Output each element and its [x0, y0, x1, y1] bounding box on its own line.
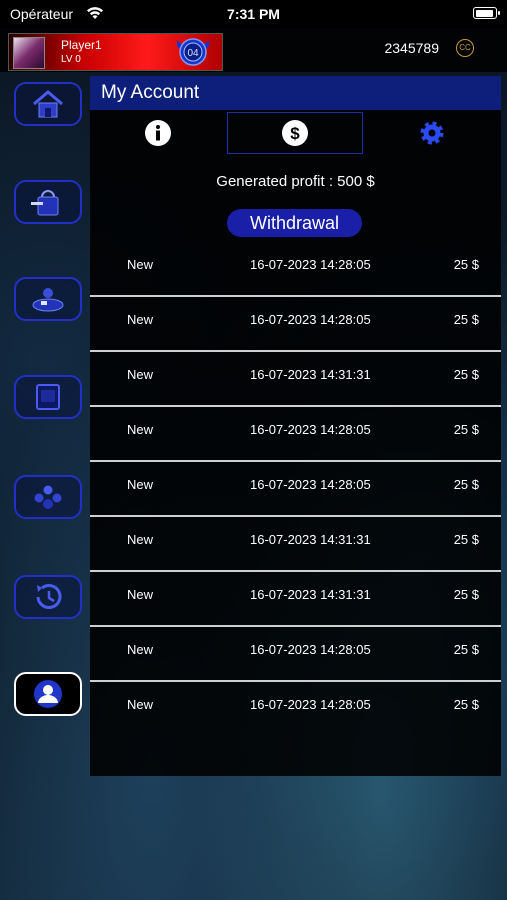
transaction-amount: 25 $: [453, 477, 479, 492]
transaction-date: 16-07-2023 14:28:05: [250, 312, 371, 327]
dollar-icon: $: [282, 120, 308, 146]
transaction-amount: 25 $: [453, 422, 479, 437]
player-name: Player1: [61, 38, 102, 52]
transaction-status: New: [127, 532, 154, 547]
svg-text:$: $: [290, 124, 300, 143]
sidebar-item-account[interactable]: [14, 672, 82, 716]
transaction-row: New 16-07-2023 14:28:05 25 $: [90, 627, 501, 682]
transaction-row: New 16-07-2023 14:31:31 25 $: [90, 517, 501, 572]
transaction-status: New: [127, 587, 154, 602]
transaction-row: New 16-07-2023 14:28:05 25 $: [90, 462, 501, 517]
transaction-amount: 25 $: [453, 532, 479, 547]
transaction-date: 16-07-2023 14:28:05: [250, 477, 371, 492]
transaction-date: 16-07-2023 14:31:31: [250, 532, 371, 547]
generated-profit: Generated profit : 500 $: [216, 173, 375, 190]
transaction-amount: 25 $: [453, 697, 479, 712]
transaction-status: New: [127, 642, 154, 657]
page-title: My Account: [101, 82, 200, 103]
clock: 7:31 PM: [227, 6, 280, 22]
poker-table-icon: [32, 288, 64, 312]
transaction-row: New 16-07-2023 14:28:05 25 $: [90, 682, 501, 737]
transaction-row: New 16-07-2023 14:31:31 25 $: [90, 352, 501, 407]
level-badge-icon: 04: [177, 38, 209, 66]
sidebar-item-slots[interactable]: [14, 375, 82, 419]
home-icon: [33, 90, 63, 118]
tab-info[interactable]: [90, 112, 226, 154]
slot-machine-icon: [36, 384, 60, 410]
gear-icon: [420, 121, 444, 145]
transaction-date: 16-07-2023 14:28:05: [250, 257, 371, 272]
transaction-date: 16-07-2023 14:31:31: [250, 367, 371, 382]
transaction-status: New: [127, 312, 154, 327]
transaction-amount: 25 $: [453, 312, 479, 327]
tab-settings[interactable]: [364, 112, 500, 154]
transaction-amount: 25 $: [453, 587, 479, 602]
transaction-row: New 16-07-2023 14:31:31 25 $: [90, 572, 501, 627]
transaction-date: 16-07-2023 14:31:31: [250, 587, 371, 602]
transaction-date: 16-07-2023 14:28:05: [250, 642, 371, 657]
coin-balance: 2345789: [384, 40, 439, 56]
transaction-amount: 25 $: [453, 257, 479, 272]
transaction-status: New: [127, 422, 154, 437]
transaction-row: New 16-07-2023 14:28:05 25 $: [90, 297, 501, 352]
history-icon: [36, 584, 62, 609]
panel-header: My Account: [90, 76, 501, 110]
player-card[interactable]: Player1 LV 0 04: [8, 33, 223, 71]
coin-icon: CC: [456, 39, 474, 57]
sidebar-item-home[interactable]: [14, 82, 82, 126]
shopping-bag-icon: [31, 190, 59, 216]
battery-icon: [473, 7, 500, 19]
info-icon: [145, 120, 171, 146]
withdrawal-button[interactable]: Withdrawal: [227, 209, 362, 237]
transaction-status: New: [127, 367, 154, 382]
sidebar-item-shop[interactable]: [14, 180, 82, 224]
player-level: LV 0: [61, 54, 81, 65]
svg-text:04: 04: [187, 48, 199, 59]
transaction-status: New: [127, 697, 154, 712]
transaction-date: 16-07-2023 14:28:05: [250, 422, 371, 437]
sidebar-item-poker[interactable]: [14, 277, 82, 321]
account-panel: My Account $ Generated profit : 500 $ Wi…: [90, 76, 501, 776]
transaction-amount: 25 $: [453, 367, 479, 382]
transaction-date: 16-07-2023 14:28:05: [250, 697, 371, 712]
sidebar-item-players[interactable]: [14, 475, 82, 519]
top-bar: Player1 LV 0 04 2345789 CC: [0, 28, 507, 72]
transaction-status: New: [127, 257, 154, 272]
sidebar-item-history[interactable]: [14, 575, 82, 619]
transaction-status: New: [127, 477, 154, 492]
avatar[interactable]: [13, 37, 45, 69]
status-bar: Opérateur 7:31 PM: [0, 0, 507, 28]
transaction-row: New 16-07-2023 14:28:05 25 $: [90, 242, 501, 297]
tab-earnings[interactable]: $: [227, 112, 363, 154]
transaction-row: New 16-07-2023 14:28:05 25 $: [90, 407, 501, 462]
transaction-amount: 25 $: [453, 642, 479, 657]
account-icon: [34, 680, 62, 708]
group-icon: [34, 485, 62, 509]
